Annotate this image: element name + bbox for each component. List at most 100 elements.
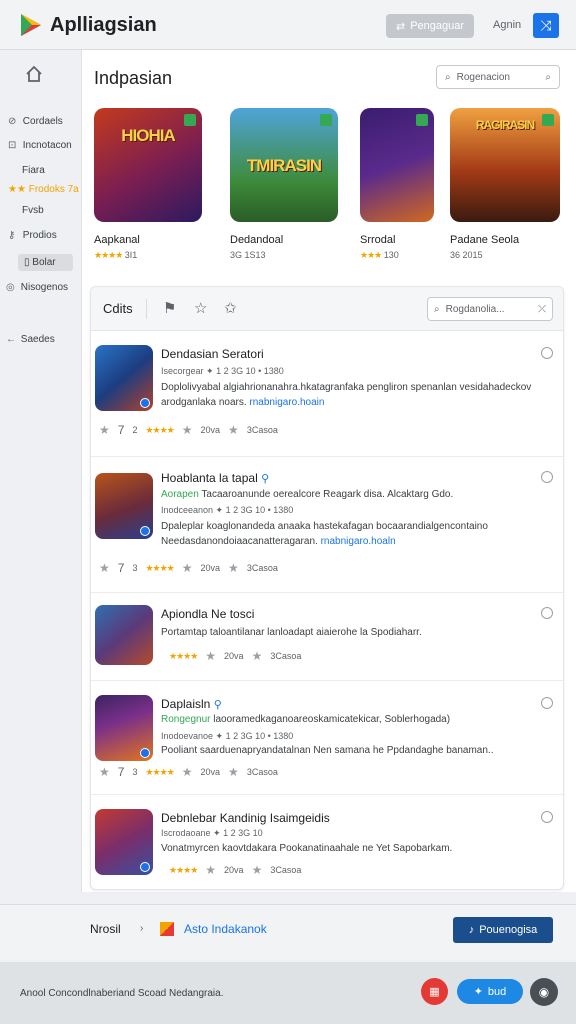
list-panel: Cdits ⚑ ☆ ✩ ⌕ Rogdanolia... ⤫ Dendasian … bbox=[90, 286, 564, 890]
item-description: Dpaleplar koaglonandeda anaaka hastekafa… bbox=[161, 519, 551, 549]
star-icon: ★ bbox=[228, 423, 239, 437]
featured-card[interactable]: Srrodal ★★★ 130 bbox=[360, 108, 434, 261]
sidebar-item-label: Fvsb bbox=[22, 205, 44, 216]
item-title: Dendasian Seratori bbox=[161, 347, 264, 361]
search-icon: ⌕ bbox=[545, 71, 551, 83]
item-radio[interactable] bbox=[541, 697, 553, 709]
sidebar-item-cordaels[interactable]: ⊘ Cordaels bbox=[8, 116, 63, 127]
card-meta-text: 3I1 bbox=[124, 250, 138, 260]
sidebar-item-bolar[interactable]: ▯ Bolar bbox=[18, 254, 73, 271]
shuffle-button[interactable]: ⤨ bbox=[533, 13, 559, 38]
item-thumbnail bbox=[95, 605, 153, 665]
verified-badge-icon bbox=[140, 398, 150, 408]
list-item[interactable]: Daplaisln ⚲ Rongegnur laooramedkaganoare… bbox=[91, 681, 563, 795]
featured-card[interactable]: RAGIRASIN Padane Seola 36 2015 bbox=[450, 108, 560, 260]
item-title: Daplaisln ⚲ bbox=[161, 697, 222, 711]
card-name: Aapkanal bbox=[94, 234, 140, 246]
verified-badge-icon bbox=[416, 114, 428, 126]
panel-search-input[interactable]: ⌕ Rogdanolia... ⤫ bbox=[427, 297, 553, 321]
sidebar-item-rating[interactable]: ★★ Frodoks 7a bbox=[8, 184, 79, 195]
star-icon: ★ bbox=[228, 765, 239, 779]
star-outline-icon[interactable]: ☆ bbox=[194, 299, 207, 317]
star-icon: ★ bbox=[181, 765, 193, 779]
chevron-right-icon[interactable]: › bbox=[140, 923, 143, 934]
item-link[interactable]: rnabnigaro.hoaln bbox=[321, 536, 396, 547]
footer-text: Anool Concondlnaberiand Scoad Nedangraia… bbox=[20, 988, 224, 999]
item-radio[interactable] bbox=[541, 607, 553, 619]
account-link[interactable]: Agnin bbox=[493, 19, 521, 31]
globe-icon: ◎ bbox=[6, 282, 15, 293]
sidebar-item-fvsb[interactable]: Fvsb bbox=[22, 205, 44, 216]
item-radio[interactable] bbox=[541, 471, 553, 483]
item-description: Doplolivyabal algiahrionanahra.hkatagran… bbox=[161, 380, 551, 410]
card-image: RAGIRASIN bbox=[450, 108, 560, 222]
sidebar-item-label: Frodoks 7a bbox=[28, 184, 79, 195]
sidebar-item-saedes[interactable]: ← Saedes bbox=[6, 334, 55, 345]
star-icon: ★ bbox=[251, 649, 263, 663]
card-image: TMIRASIN bbox=[230, 108, 338, 222]
list-item[interactable]: Dendasian Seratori Isecorgear ✦ 1 2 3G 1… bbox=[91, 331, 563, 457]
card-name: Srrodal bbox=[360, 234, 396, 246]
sidebar-item-fiara[interactable]: Fiara bbox=[22, 165, 45, 176]
bottom-bar: Nrosil › Asto Indakanok ♪ Pouenogisa bbox=[0, 904, 576, 960]
item-votes: 20va bbox=[200, 563, 221, 573]
sidebar-item-incnotacon[interactable]: ⊡ Incnotacon bbox=[8, 140, 72, 151]
star-icon: ★ bbox=[181, 423, 193, 437]
star-plus-icon[interactable]: ✩ bbox=[224, 299, 237, 317]
item-count: 2 bbox=[132, 425, 138, 435]
featured-card[interactable]: HIOHIA Aapkanal ★★★★ 3I1 bbox=[94, 108, 202, 261]
primary-action-button[interactable]: ♪ Pouenogisa bbox=[453, 917, 553, 943]
list-item[interactable]: Hoablanta la tapal ⚲ Aorapen Tacaaroanun… bbox=[91, 457, 563, 593]
item-title: Hoablanta la tapal ⚲ bbox=[161, 471, 269, 485]
star-icon: ★ bbox=[251, 863, 263, 877]
item-description: Pooliant saarduenapryandatalnan Nen sama… bbox=[161, 745, 494, 756]
sidebar-item-label: Saedes bbox=[20, 334, 55, 345]
sidebar-item-prodios[interactable]: ⚷ Prodios bbox=[8, 230, 57, 241]
item-footer: ★★★★ ★ 20va ★ 3Casoa bbox=[169, 649, 301, 663]
card-name: Padane Seola bbox=[450, 234, 520, 246]
sidebar-item-nisogenos[interactable]: ◎ Nisogenos bbox=[6, 282, 68, 293]
twitter-button[interactable]: ✦ bud bbox=[457, 979, 523, 1004]
grid-icon: ▦ bbox=[429, 986, 440, 998]
info-icon[interactable]: ⚲ bbox=[261, 473, 269, 485]
bottom-link[interactable]: Asto Indakanok bbox=[184, 922, 267, 936]
share-button[interactable]: ◉ bbox=[530, 978, 558, 1006]
close-icon[interactable]: ⤫ bbox=[538, 304, 546, 315]
bookmark-icon: ▯ bbox=[24, 257, 30, 268]
list-item[interactable]: Debnlebar Kandinig Isaimgeidis Iscrodaoa… bbox=[91, 795, 563, 889]
play-logo-icon[interactable] bbox=[18, 12, 44, 38]
star-rating-icon: ★★★★ bbox=[145, 424, 174, 435]
item-description: Portamtap taloantilanar lanloadapt aiaie… bbox=[161, 627, 422, 638]
bottom-label: Nrosil bbox=[90, 922, 121, 936]
item-footer: ★ 7 3 ★★★★ ★ 20va ★ 3Casoa bbox=[99, 765, 278, 779]
top-action-button[interactable]: ⇄ Pengaguar bbox=[386, 14, 474, 38]
item-link[interactable]: rnabnigaro.hoain bbox=[249, 397, 324, 408]
verified-badge-icon bbox=[184, 114, 196, 126]
star-icon: ★ bbox=[99, 423, 110, 437]
list-item[interactable]: Apiondla Ne tosci Portamtap taloantilana… bbox=[91, 593, 563, 681]
sidebar-item-label: Nisogenos bbox=[20, 282, 69, 293]
grid-icon-button[interactable]: ▦ bbox=[421, 978, 448, 1005]
featured-card[interactable]: TMIRASIN Dedandoal 3G 1S13 bbox=[230, 108, 338, 260]
item-footer: ★ 7 3 ★★★★ ★ 20va ★ 3Casoa bbox=[99, 561, 278, 575]
item-tagline-text: laooramedkaganoareoskamicatekicar, Soble… bbox=[213, 714, 451, 725]
rating-stars-icon: ★★ bbox=[8, 184, 26, 195]
top-search-input[interactable]: ⌕ Rogenacion ⌕ bbox=[436, 65, 560, 89]
info-icon[interactable]: ⚲ bbox=[214, 699, 222, 711]
item-radio[interactable] bbox=[541, 811, 553, 823]
card-meta-text: 36 2015 bbox=[450, 250, 483, 260]
arrow-left-icon: ← bbox=[6, 334, 16, 345]
item-description: Vonatmyrcen kaovtdakara Pookanatinaahale… bbox=[161, 843, 453, 854]
panel-search-placeholder: Rogdanolia... bbox=[445, 303, 505, 315]
item-tagline-text: Tacaaroanunde oerealcore Reagark disa. A… bbox=[201, 489, 454, 500]
star-icon: ★ bbox=[205, 863, 217, 877]
item-radio[interactable] bbox=[541, 347, 553, 359]
bird-icon: ✦ bbox=[473, 986, 483, 998]
flag-icon[interactable]: ⚑ bbox=[163, 299, 176, 317]
home-icon[interactable] bbox=[24, 64, 44, 84]
item-rating: 7 bbox=[117, 561, 125, 575]
card-art-text: TMIRASIN bbox=[246, 156, 322, 175]
top-bar: Aplliagsian ⇄ Pengaguar Agnin ⤨ bbox=[0, 0, 576, 50]
app-title: Aplliagsian bbox=[50, 14, 157, 36]
item-thumbnail bbox=[95, 809, 153, 875]
